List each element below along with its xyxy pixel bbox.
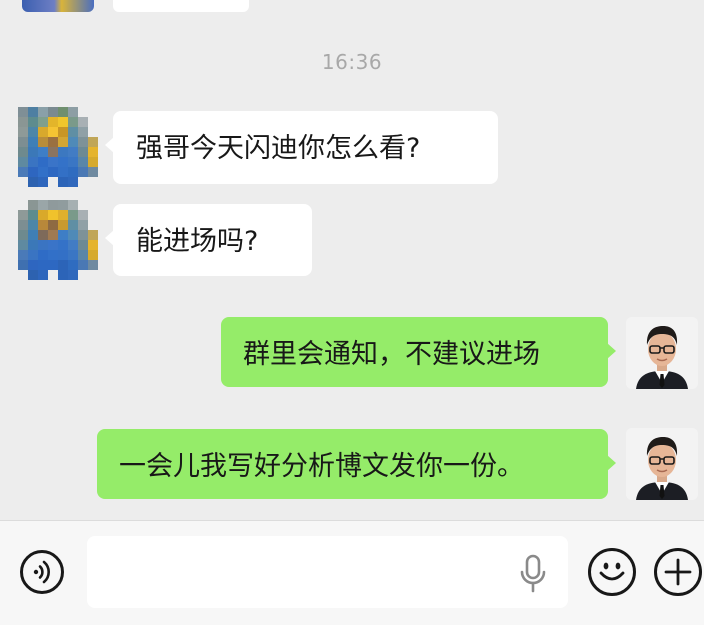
input-toolbar bbox=[0, 520, 704, 625]
chat-area[interactable]: 16:36 强哥今天闪迪你怎么看? 能进场吗? 群里会通知，不建议进场 一会儿我… bbox=[0, 0, 704, 520]
outgoing-message-bubble[interactable]: 一会儿我写好分析博文发你一份。 bbox=[97, 429, 616, 499]
incoming-message-bubble[interactable]: 强哥今天闪迪你怎么看? bbox=[105, 111, 498, 184]
microphone-icon[interactable] bbox=[517, 554, 549, 594]
message-bubble-partial[interactable] bbox=[113, 0, 249, 12]
outgoing-message-bubble[interactable]: 群里会通知，不建议进场 bbox=[221, 317, 616, 387]
incoming-message-bubble[interactable]: 能进场吗? bbox=[105, 204, 312, 276]
person-avatar-icon bbox=[626, 428, 698, 500]
voice-toggle-button[interactable] bbox=[20, 550, 64, 594]
chat-timestamp: 16:36 bbox=[321, 50, 383, 74]
plus-icon bbox=[664, 558, 692, 586]
voice-toggle-icon bbox=[33, 560, 50, 584]
emoji-icon bbox=[599, 562, 625, 581]
message-text: 一会儿我写好分析博文发你一份。 bbox=[119, 451, 524, 482]
person-avatar-icon bbox=[626, 317, 698, 389]
my-avatar[interactable] bbox=[626, 428, 698, 500]
contact-avatar[interactable] bbox=[18, 200, 98, 280]
message-text: 能进场吗? bbox=[136, 226, 259, 257]
my-avatar[interactable] bbox=[626, 317, 698, 389]
message-text: 群里会通知，不建议进场 bbox=[243, 339, 540, 370]
message-input[interactable] bbox=[87, 536, 568, 608]
emoji-button[interactable] bbox=[588, 548, 636, 596]
message-text: 强哥今天闪迪你怎么看? bbox=[136, 133, 421, 164]
contact-avatar[interactable] bbox=[18, 107, 98, 187]
more-options-button[interactable] bbox=[654, 548, 702, 596]
contact-avatar-partial[interactable] bbox=[22, 0, 94, 12]
